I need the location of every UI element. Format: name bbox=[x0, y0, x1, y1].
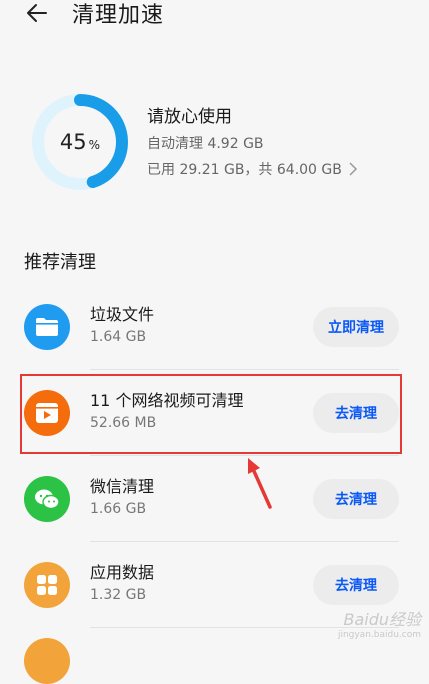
header: 清理加速 bbox=[0, 0, 429, 32]
go-clean-button[interactable]: 去清理 bbox=[313, 479, 399, 519]
watermark-url: jingyan.baidu.com bbox=[337, 630, 421, 640]
storage-used-text: 已用 29.21 GB，共 64.00 GB bbox=[147, 162, 342, 178]
chevron-right-icon bbox=[349, 162, 357, 176]
partial-list-icon bbox=[24, 638, 70, 684]
annotation-arrow-icon bbox=[248, 458, 272, 509]
folder-icon bbox=[24, 304, 70, 350]
watermark-logo-text: Baidu经验 bbox=[343, 610, 421, 629]
storage-percent-value: 45 bbox=[59, 130, 87, 154]
arrow-left-icon[interactable] bbox=[24, 0, 50, 26]
go-clean-button[interactable]: 去清理 bbox=[313, 565, 399, 605]
item-title: 垃圾文件 bbox=[90, 305, 155, 324]
list-item-junk-files[interactable]: 垃圾文件 1.64 GB 立即清理 bbox=[0, 284, 429, 370]
apps-icon bbox=[24, 562, 70, 608]
item-size: 1.66 GB bbox=[90, 501, 147, 517]
annotation-highlight-box bbox=[20, 374, 402, 454]
item-size: 1.32 GB bbox=[90, 587, 147, 603]
watermark: Baidu经验 jingyan.baidu.com bbox=[338, 606, 421, 640]
auto-clean-text: 自动清理 4.92 GB bbox=[147, 136, 264, 152]
list-item-wechat[interactable]: 微信清理 1.66 GB 去清理 bbox=[0, 456, 429, 542]
storage-status-title: 请放心使用 bbox=[147, 107, 232, 127]
page-title: 清理加速 bbox=[72, 3, 165, 28]
clean-now-button[interactable]: 立即清理 bbox=[313, 307, 399, 347]
wechat-icon bbox=[24, 476, 70, 522]
section-title: 推荐清理 bbox=[24, 252, 96, 273]
storage-percent-unit: % bbox=[88, 138, 101, 152]
item-title: 微信清理 bbox=[90, 477, 155, 496]
storage-percent: 45 % bbox=[30, 92, 130, 192]
storage-used-link[interactable]: 已用 29.21 GB，共 64.00 GB bbox=[147, 159, 358, 179]
item-title: 应用数据 bbox=[90, 563, 155, 582]
item-size: 1.64 GB bbox=[90, 329, 147, 345]
